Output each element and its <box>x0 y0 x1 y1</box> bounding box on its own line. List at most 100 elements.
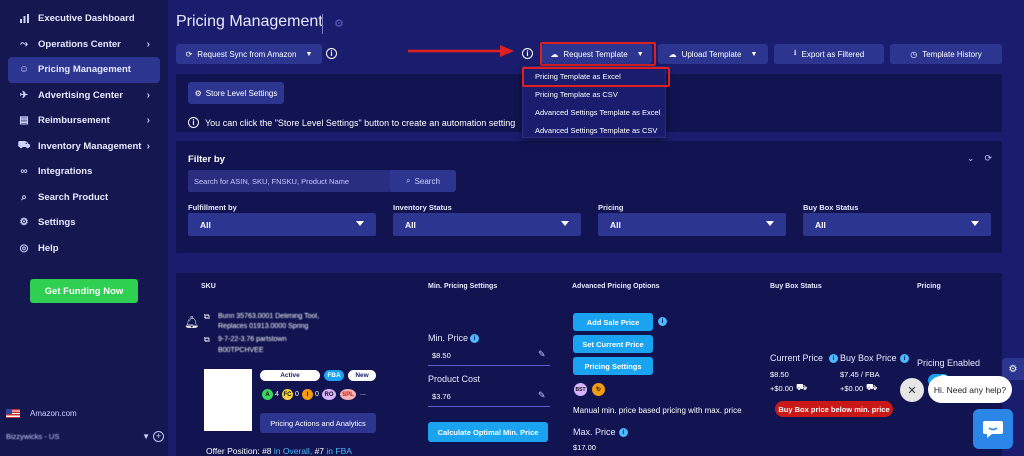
account-switcher[interactable]: Bizzywicks - US ▼ + <box>6 431 166 442</box>
info-icon[interactable]: i <box>619 428 628 437</box>
sidebar-item-label: Inventory Management <box>38 140 142 152</box>
info-icon[interactable]: i <box>900 354 909 363</box>
close-icon[interactable]: ✕ <box>900 378 924 402</box>
highlight-outline <box>522 67 670 87</box>
search-button[interactable]: ⌕ Search <box>390 170 456 192</box>
filter-controls: ⌄ ⟳ <box>967 153 992 164</box>
current-price-value: $8.50 <box>770 370 789 379</box>
offer-position: Offer Position: #8 in Overall, #7 in FBA <box>206 446 352 456</box>
menu-item-advanced-excel[interactable]: Advanced Settings Template as Excel <box>523 103 665 121</box>
offer-overall-label: in Overall, <box>273 446 313 456</box>
add-account-icon[interactable]: + <box>153 431 164 442</box>
buybox-price-value: $7.45 / FBA <box>840 370 880 379</box>
column-header-min-pricing: Min. Pricing Settings <box>428 283 498 290</box>
add-sale-price-button[interactable]: Add Sale Price <box>573 313 653 331</box>
gear-icon[interactable]: ⚙ <box>334 17 344 30</box>
sidebar-item-label: Pricing Management <box>38 64 131 76</box>
caret-down-icon <box>971 221 979 226</box>
product-title-line1[interactable]: Bunn 35763.0001 Deliming Tool, <box>218 313 319 320</box>
menu-item-pricing-csv[interactable]: Pricing Template as CSV <box>523 85 665 103</box>
search-input[interactable] <box>188 170 390 192</box>
more-badges[interactable]: ... <box>360 390 366 397</box>
marketplace-indicator[interactable]: Amazon.com <box>6 409 77 418</box>
product-cost-label: Product Cost <box>428 374 481 384</box>
offer-fba-rank: #7 <box>314 446 325 456</box>
filter-panel: Filter by ⌄ ⟳ ⌕ Search Fulfillment by Al… <box>176 141 1002 253</box>
product-title-line2[interactable]: Replaces 01913.0000 Spring <box>218 323 308 330</box>
inventory-status-select[interactable]: All <box>393 213 581 236</box>
sidebar-item-label: Settings <box>38 217 76 229</box>
buybox-alert-badge: Buy Box price below min. price <box>775 401 893 417</box>
main-content: Pricing Management ⚙ ⟳ Request Sync from… <box>168 0 1024 456</box>
sidebar-item-pricing-management[interactable]: ☺ Pricing Management <box>8 57 160 83</box>
chevron-right-icon: › <box>146 115 150 127</box>
field-underline <box>428 365 550 366</box>
upload-template-button[interactable]: ☁ Upload Template ▼ <box>658 44 768 64</box>
offer-overall-rank: #8 <box>262 446 272 456</box>
caret-down-icon[interactable]: ▼ <box>142 432 150 441</box>
pricing-analytics-button[interactable]: Pricing Actions and Analytics <box>260 413 376 433</box>
sidebar-item-executive-dashboard[interactable]: Executive Dashboard <box>0 6 168 32</box>
calculate-min-price-button[interactable]: Calculate Optimal Min. Price <box>428 422 548 442</box>
get-funding-button[interactable]: Get Funding Now <box>30 279 138 303</box>
store-level-settings-button[interactable]: ⚙ Store Level Settings <box>188 82 284 104</box>
pricing-settings-button[interactable]: Pricing Settings <box>573 357 653 375</box>
info-icon[interactable]: i <box>470 334 479 343</box>
cloud-upload-icon: ☁ <box>668 49 677 59</box>
info-icon[interactable]: i <box>829 354 838 363</box>
info-icon[interactable]: i <box>522 48 533 59</box>
truck-icon: ⛟ <box>796 382 808 392</box>
sidebar-item-advertising-center[interactable]: ✈ Advertising Center › <box>0 83 168 109</box>
caret-down-icon: ▼ <box>750 50 758 58</box>
request-sync-button[interactable]: ⟳ Request Sync from Amazon ▼ <box>176 44 322 64</box>
sidebar-item-integrations[interactable]: ∞ Integrations <box>0 159 168 185</box>
page-title: Pricing Management <box>176 13 323 30</box>
chat-button[interactable] <box>973 409 1013 449</box>
bar-chart-icon <box>18 13 30 25</box>
min-price-value[interactable]: $8.50 <box>432 351 451 360</box>
select-value: All <box>815 219 826 230</box>
sidebar-item-help[interactable]: ◎ Help <box>0 236 168 262</box>
menu-item-advanced-csv[interactable]: Advanced Settings Template as CSV <box>523 121 665 139</box>
store-note-text: You can click the "Store Level Settings"… <box>205 117 516 128</box>
score-i-badge: I <box>302 389 313 400</box>
export-filtered-button[interactable]: ⭳ Export as Filtered <box>774 44 884 64</box>
refresh-icon: ⟳ <box>185 49 193 59</box>
external-link-icon[interactable]: ⧉ <box>204 312 210 322</box>
edit-icon[interactable]: ✎ <box>538 349 546 360</box>
column-header-advanced: Advanced Pricing Options <box>572 283 660 290</box>
caret-down-icon: ▼ <box>305 50 313 58</box>
refresh-icon[interactable]: ⟳ <box>984 153 992 164</box>
info-icon[interactable]: i <box>658 317 667 326</box>
pricing-select[interactable]: All <box>598 213 786 236</box>
score-spl-badge: SPL <box>340 389 356 400</box>
set-current-price-button[interactable]: Set Current Price <box>573 335 653 353</box>
sidebar-item-label: Operations Center <box>38 38 121 50</box>
select-value: All <box>610 219 621 230</box>
sidebar-item-reimbursement[interactable]: ▤ Reimbursement › <box>0 108 168 134</box>
fba-badge: FBA <box>324 370 344 381</box>
rocket-icon: ✈ <box>19 89 29 101</box>
product-cost-value[interactable]: $3.76 <box>432 392 451 401</box>
gear-icon[interactable]: ⚙ <box>1002 358 1024 380</box>
edit-icon[interactable]: ✎ <box>538 390 546 401</box>
sidebar-item-operations-center[interactable]: ⤳ Operations Center › <box>0 32 168 58</box>
sidebar-item-label: Search Product <box>38 191 109 203</box>
filter-label-inventory: Inventory Status <box>393 203 452 212</box>
sidebar-item-search-product[interactable]: ⌕ Search Product <box>0 185 168 211</box>
chevron-right-icon: › <box>146 89 150 101</box>
asin-value: B00TPCHVEE <box>218 347 264 354</box>
chevron-down-icon[interactable]: ⌄ <box>967 153 975 164</box>
template-history-button[interactable]: ◷ Template History <box>890 44 1002 64</box>
request-sync-label: Request Sync from Amazon <box>197 49 297 59</box>
buybox-status-select[interactable]: All <box>803 213 991 236</box>
info-icon[interactable]: i <box>326 48 337 59</box>
gear-icon: ⚙ <box>19 217 29 229</box>
score-ro-badge: RO <box>322 389 336 400</box>
external-link-icon[interactable]: ⧉ <box>204 335 210 345</box>
sidebar-item-settings[interactable]: ⚙ Settings <box>0 210 168 236</box>
fulfillment-select[interactable]: All <box>188 213 376 236</box>
chat-greeting[interactable]: Hi. Need any help? <box>928 376 1012 403</box>
bell-icon[interactable]: 🔔︎ <box>184 315 199 329</box>
sidebar-item-inventory-management[interactable]: ⛟ Inventory Management › <box>0 134 168 160</box>
